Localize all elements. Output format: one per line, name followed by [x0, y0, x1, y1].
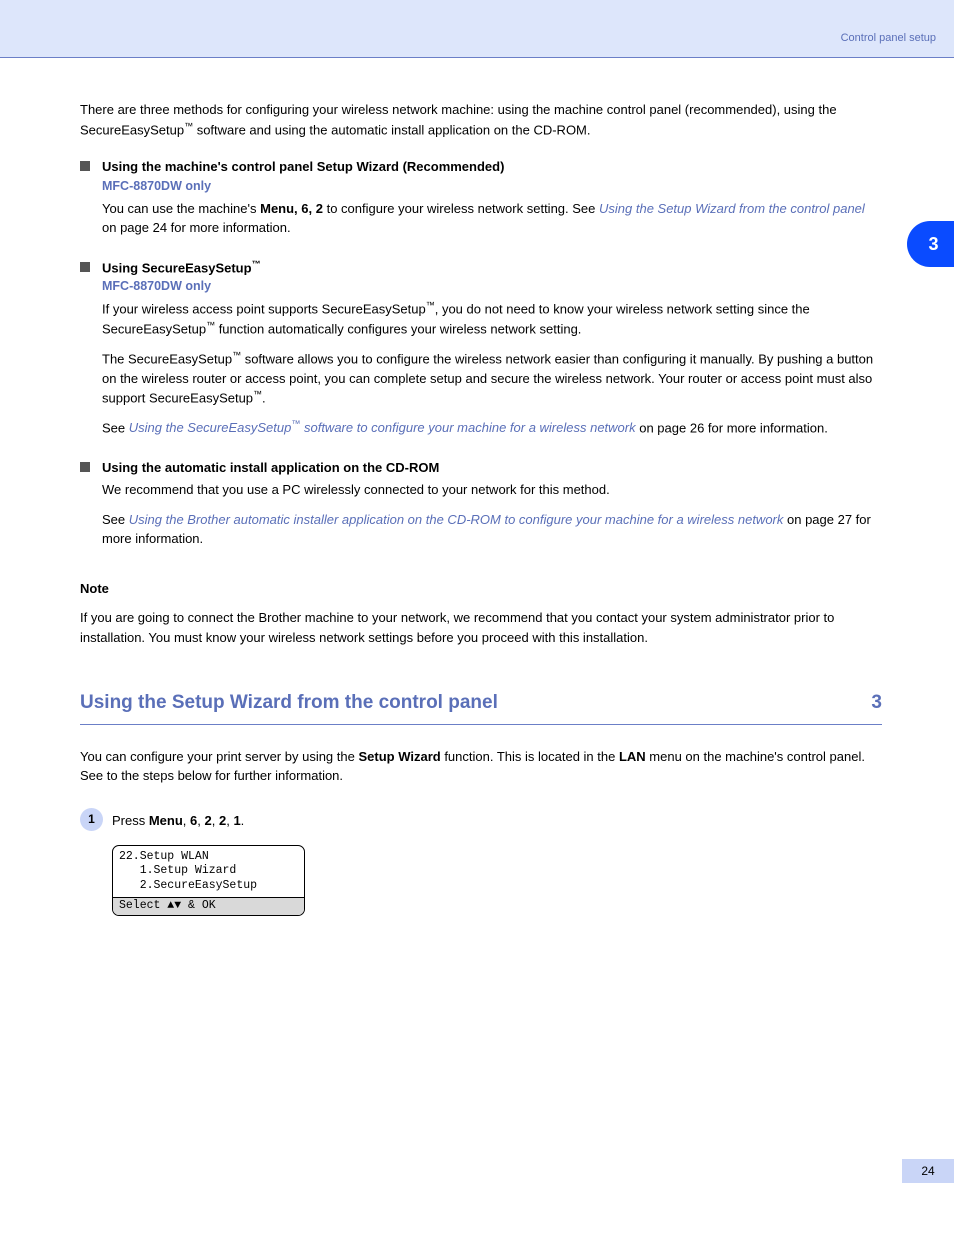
method-description: If your wireless access point supports S… — [102, 299, 882, 438]
step-row: 1 Press Menu, 6, 2, 2, 1. — [80, 808, 882, 831]
step-number: 1 — [80, 808, 103, 831]
page-content: There are three methods for configuring … — [0, 58, 954, 916]
banner-right-text: Control panel setup — [841, 30, 936, 47]
methods-list: Using the machine's control panel Setup … — [80, 157, 882, 548]
section-divider — [80, 724, 882, 725]
intro-tail: software and using the automatic install… — [193, 122, 590, 137]
side-tab-chapter: 3 — [907, 221, 954, 267]
side-tab-number: 3 — [928, 231, 938, 258]
trademark-symbol: ™ — [184, 121, 193, 131]
method-title: Using the automatic install application … — [102, 458, 882, 478]
method-title: Using the machine's control panel Setup … — [102, 157, 882, 177]
method-description: You can use the machine's Menu, 6, 2 to … — [102, 199, 882, 238]
intro-paragraph: There are three methods for configuring … — [80, 100, 882, 139]
page-number: 24 — [902, 1159, 954, 1183]
lcd-footer: Select ▲▼ & OK — [113, 898, 304, 915]
method-subtitle: MFC-8870DW only — [102, 277, 882, 296]
lcd-panel: 22.Setup WLAN 1.Setup Wizard 2.SecureEas… — [112, 845, 305, 917]
step-text: Press Menu, 6, 2, 2, 1. — [112, 808, 244, 831]
cross-reference-link[interactable]: Using the Brother automatic installer ap… — [129, 512, 784, 527]
trademark-symbol: ™ — [252, 259, 261, 269]
method-title: Using SecureEasySetup™ — [102, 258, 882, 278]
lcd-body: 22.Setup WLAN 1.Setup Wizard 2.SecureEas… — [113, 846, 304, 897]
section-number: 3 — [871, 689, 882, 718]
section-paragraph: You can configure your print server by u… — [80, 747, 882, 786]
top-banner: Control panel setup — [0, 0, 954, 58]
cross-reference-link[interactable]: Using the Setup Wizard from the control … — [599, 201, 865, 216]
method-item: Using SecureEasySetup™ MFC-8870DW only I… — [80, 258, 882, 438]
method-item: Using the automatic install application … — [80, 458, 882, 549]
cross-reference-link[interactable]: Using the SecureEasySetup™ software to c… — [129, 420, 636, 435]
method-description: We recommend that you use a PC wirelessl… — [102, 480, 882, 549]
section-heading: Using the Setup Wizard from the control … — [80, 689, 882, 724]
method-item: Using the machine's control panel Setup … — [80, 157, 882, 237]
note-body: If you are going to connect the Brother … — [80, 608, 882, 647]
note-title: Note — [80, 579, 882, 599]
method-subtitle: MFC-8870DW only — [102, 177, 882, 196]
section-header-row: 3 Using the Setup Wizard from the contro… — [80, 689, 882, 724]
